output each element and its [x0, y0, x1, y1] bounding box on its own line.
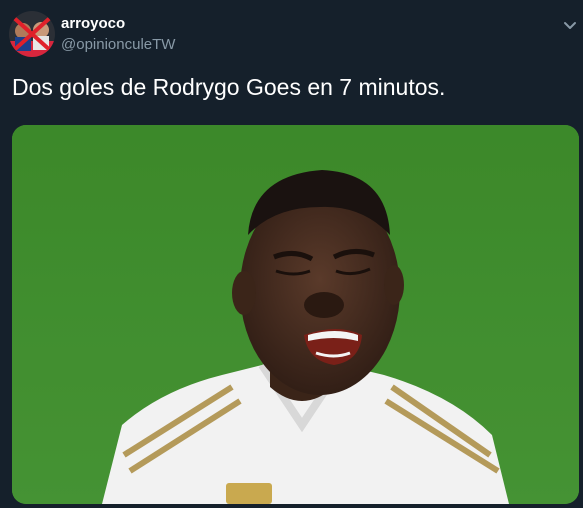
user-handle[interactable]: @opinionculeTW	[61, 36, 175, 54]
tweet-text: Dos goles de Rodrygo Goes en 7 minutos.	[12, 74, 446, 100]
chevron-down-icon[interactable]	[560, 15, 580, 35]
tweet-card: arroyoco @opinionculeTW Dos goles de Rod…	[0, 0, 583, 508]
display-name[interactable]: arroyoco	[61, 15, 125, 33]
tweet-photo[interactable]	[12, 125, 579, 504]
avatar[interactable]	[9, 11, 55, 57]
